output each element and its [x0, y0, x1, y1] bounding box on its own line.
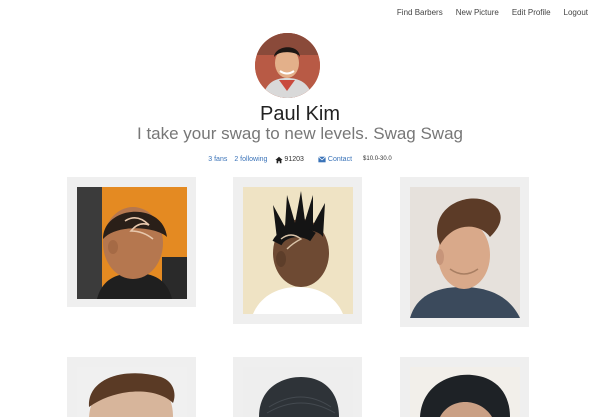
profile-name: Paul Kim	[259, 103, 341, 125]
haircut-photo[interactable]	[77, 187, 187, 299]
profile-tagline: I take your swag to new levels. Swag Swa…	[137, 124, 463, 143]
gallery-card[interactable]	[400, 177, 529, 327]
envelope-icon[interactable]	[318, 156, 326, 163]
top-nav: Find Barbers New Picture Edit Profile Lo…	[397, 0, 600, 24]
contact-link[interactable]: Contact	[328, 155, 352, 164]
haircut-photo[interactable]	[243, 367, 353, 417]
haircut-photo[interactable]	[77, 367, 187, 417]
haircut-photo[interactable]	[410, 367, 520, 417]
gallery-card[interactable]	[233, 177, 362, 324]
gallery-card[interactable]	[67, 177, 196, 307]
fans-link[interactable]: 3 fans	[208, 155, 227, 164]
profile-stats: 3 fans 2 following 91203 Contact $10.0-3…	[0, 155, 600, 164]
zip-code: 91203	[284, 156, 304, 163]
nav-edit-profile[interactable]: Edit Profile	[512, 8, 551, 17]
gallery-card[interactable]	[233, 357, 362, 417]
gallery-card[interactable]	[67, 357, 196, 417]
haircut-photo[interactable]	[243, 187, 353, 314]
profile-avatar	[255, 33, 320, 98]
price-range: $10.0-30.0	[363, 156, 392, 162]
nav-new-picture[interactable]: New Picture	[456, 8, 499, 17]
gallery-card[interactable]	[400, 357, 529, 417]
following-link[interactable]: 2 following	[234, 155, 267, 164]
nav-logout[interactable]: Logout	[564, 8, 588, 17]
nav-find-barbers[interactable]: Find Barbers	[397, 8, 443, 17]
home-icon	[275, 156, 284, 164]
haircut-photo[interactable]	[410, 187, 520, 318]
